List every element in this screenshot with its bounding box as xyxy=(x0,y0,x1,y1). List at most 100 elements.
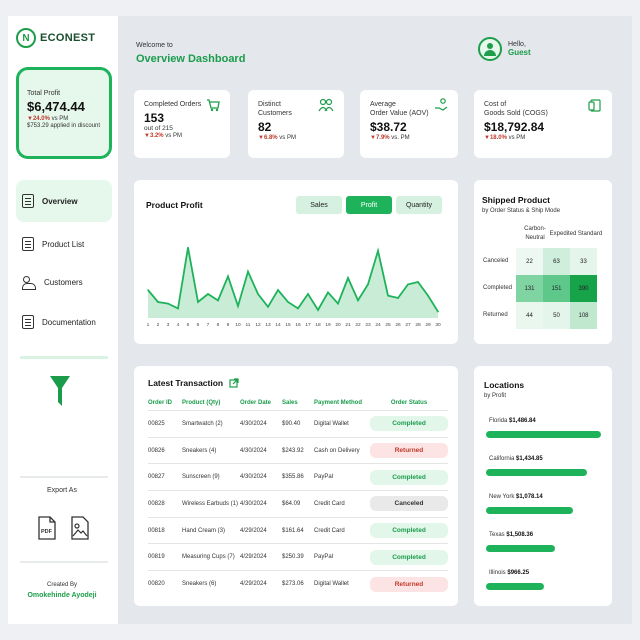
kpi-title: Cost of Goods Sold (COGS) xyxy=(484,101,548,118)
table-cell: $250.39 xyxy=(282,543,314,571)
kpi-change: ▼6.8% vs PM xyxy=(258,135,296,142)
tab-quantity[interactable]: Quantity xyxy=(396,196,442,214)
table-cell: Wireless Earbuds (1) xyxy=(182,490,240,518)
x-tick-label: 27 xyxy=(405,322,411,328)
table-row[interactable]: 00828 Wireless Earbuds (1) 4/30/2024 $64.09… xyxy=(148,490,448,518)
user-profile[interactable]: Hello, Guest xyxy=(478,37,531,61)
x-tick-label: 2 xyxy=(157,322,160,328)
location-bar xyxy=(486,469,587,476)
panel-subtitle: by Profit xyxy=(484,393,507,399)
x-tick-label: 19 xyxy=(325,322,331,328)
image-icon[interactable] xyxy=(70,516,90,540)
table-cell: $273.06 xyxy=(282,570,314,598)
location-bar xyxy=(486,583,544,590)
filter-funnel-icon[interactable] xyxy=(50,376,70,406)
avatar-icon xyxy=(478,37,502,61)
table-row[interactable]: 00825 Smartwatch (2) 4/30/2024 $90.40 Digita… xyxy=(148,410,448,438)
data-point xyxy=(237,305,239,307)
data-point xyxy=(287,301,289,303)
heatmap-row-label: Returned xyxy=(483,312,508,318)
table-cell: Completed xyxy=(370,410,448,438)
data-point xyxy=(157,301,159,303)
data-point xyxy=(307,293,309,295)
brand-name: ECONEST xyxy=(40,32,96,44)
data-point xyxy=(317,309,319,311)
table-cell: Smartwatch (2) xyxy=(182,410,240,438)
table-cell: Sunscreen (9) xyxy=(182,463,240,491)
brand-logo[interactable]: N ECONEST xyxy=(16,28,95,48)
tab-sales[interactable]: Sales xyxy=(296,196,342,214)
table-row[interactable]: 00818 Hand Cream (3) 4/29/2024 $161.64 Credi… xyxy=(148,516,448,544)
data-point xyxy=(407,283,409,286)
location-label: Florida $1,486.84 xyxy=(489,418,536,424)
nav-item-documentation[interactable]: Documentation xyxy=(16,301,112,343)
table-cell: 4/29/2024 xyxy=(240,570,282,598)
total-profit-value: $6,474.44 xyxy=(27,99,85,114)
x-tick-label: 5 xyxy=(187,322,190,328)
table-cell: 4/30/2024 xyxy=(240,463,282,491)
table-cell: $64.09 xyxy=(282,490,314,518)
data-point xyxy=(377,250,379,252)
tab-profit[interactable]: Profit xyxy=(346,196,392,214)
table-cell: Digital Wallet xyxy=(314,570,370,598)
area-fill xyxy=(148,247,438,318)
pdf-icon[interactable]: PDF xyxy=(37,516,57,540)
data-point xyxy=(397,297,399,299)
hand-coin-icon xyxy=(435,98,448,111)
table-cell: Measuring Cups (7) xyxy=(182,543,240,571)
x-tick-label: 23 xyxy=(365,322,371,328)
location-bar xyxy=(486,507,573,514)
nav-item-customers[interactable]: Customers xyxy=(16,261,112,303)
table-cell: Digital Wallet xyxy=(314,410,370,438)
nav-item-overview[interactable]: Overview xyxy=(16,180,112,222)
data-point xyxy=(367,283,369,286)
kpi-change: ▼3.2% vs PM xyxy=(144,133,182,140)
panel-subtitle: by Order Status & Ship Mode xyxy=(482,208,561,214)
kpi-average-order-value: Average Order Value (AOV) $38.72 ▼7.9% vs… xyxy=(360,90,458,158)
x-tick-label: 11 xyxy=(246,322,251,328)
heatmap-cell: 44 xyxy=(516,302,543,329)
data-point xyxy=(247,270,249,273)
heatmap-cell: 63 xyxy=(543,248,570,275)
table-cell: $243.92 xyxy=(282,436,314,464)
table-cell: 4/29/2024 xyxy=(240,516,282,544)
kpi-value: 153 xyxy=(144,111,165,126)
data-point xyxy=(277,289,279,291)
table-row[interactable]: 00827 Sunscreen (9) 4/30/2024 $355.86 PayPal… xyxy=(148,463,448,491)
heatmap-cell: 390 xyxy=(570,275,597,302)
table-cell: Sneakers (4) xyxy=(182,436,240,464)
x-tick-label: 24 xyxy=(375,322,381,328)
data-point xyxy=(197,301,199,303)
heatmap-cell: 22 xyxy=(516,248,543,275)
data-point xyxy=(417,281,419,283)
data-point xyxy=(217,299,219,302)
nav-item-product-list[interactable]: Product List xyxy=(16,223,112,265)
table-cell: PayPal xyxy=(314,463,370,491)
table-row[interactable]: 00819 Measuring Cups (7) 4/29/2024 $250.39 P… xyxy=(148,543,448,571)
panel-title: Locations xyxy=(484,380,525,390)
table-cell: 00820 xyxy=(148,570,182,598)
table-cell: Returned xyxy=(370,570,448,598)
col-header: Product (Qty) xyxy=(182,400,221,406)
data-point xyxy=(177,307,179,310)
heatmap-row-label: Completed xyxy=(483,285,513,291)
discount-note: $753.29 applied in discount xyxy=(27,123,101,129)
nav-item-label: Customers xyxy=(44,277,83,287)
location-label: Texas $1,508.36 xyxy=(489,532,534,538)
x-tick-label: 6 xyxy=(197,322,200,328)
data-point xyxy=(207,293,209,295)
status-badge: Completed xyxy=(370,523,448,539)
x-tick-label: 14 xyxy=(275,322,281,328)
external-link-icon[interactable] xyxy=(229,378,239,388)
kpi-completed-orders: Completed Orders 153 out of 215 ▼3.2% vs… xyxy=(134,90,230,158)
author-name: Omokehinde Ayodeji xyxy=(27,592,97,599)
user-name: Guest xyxy=(508,48,531,57)
logo-mark-icon: N xyxy=(16,28,36,48)
table-row[interactable]: 00820 Sneakers (6) 4/29/2024 $273.06 Digital… xyxy=(148,570,448,598)
status-badge: Completed xyxy=(370,469,448,485)
table-row[interactable]: 00826 Sneakers (4) 4/30/2024 $243.92 Cash on… xyxy=(148,436,448,464)
kpi-cogs: Cost of Goods Sold (COGS) $18,792.84 ▼18.… xyxy=(474,90,612,158)
data-point xyxy=(337,302,339,305)
x-tick-label: 13 xyxy=(265,322,271,328)
heatmap-cell: 108 xyxy=(570,302,597,329)
